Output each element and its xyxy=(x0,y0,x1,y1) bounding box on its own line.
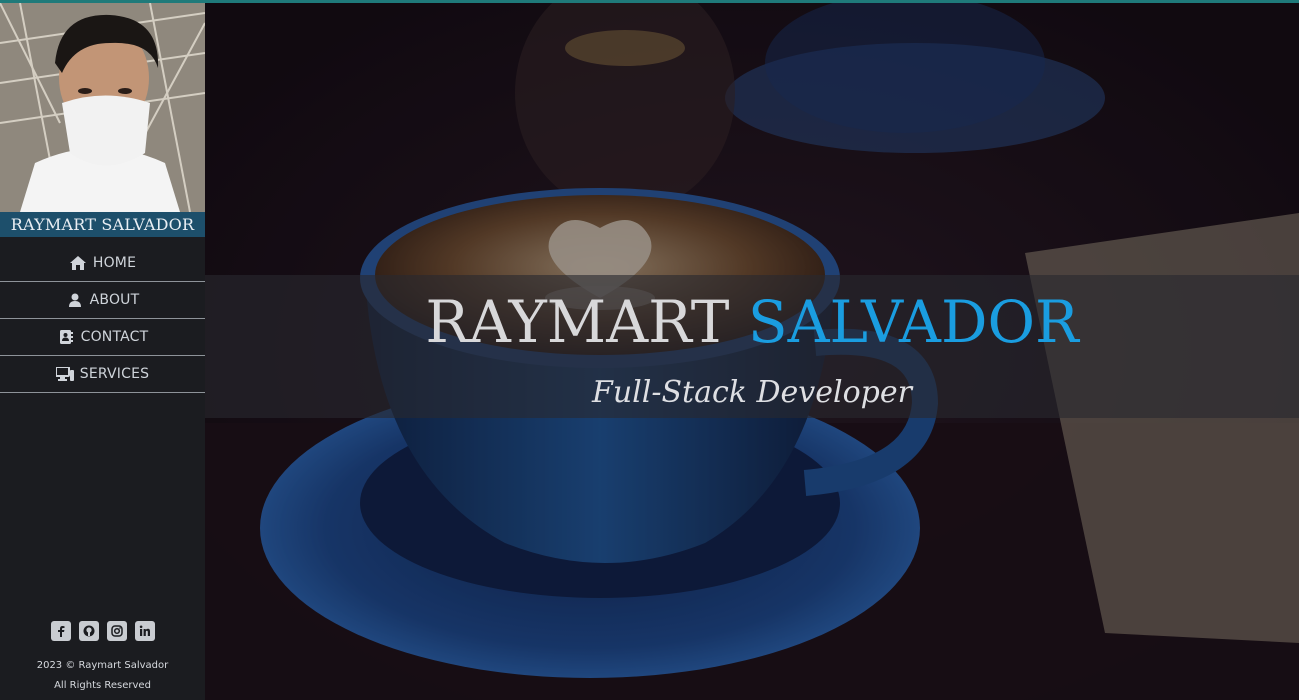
nav-label-contact: CONTACT xyxy=(80,329,149,345)
hero-title-second: SALVADOR xyxy=(747,288,1079,356)
avatar xyxy=(0,3,205,212)
facebook-icon[interactable] xyxy=(50,621,71,641)
home-icon xyxy=(69,255,87,271)
footer-copyright: 2023 © Raymart Salvador xyxy=(36,660,169,671)
nav-item-about[interactable]: ABOUT xyxy=(0,282,205,319)
footer-rights: All Rights Reserved xyxy=(54,680,151,691)
nav-label-services: SERVICES xyxy=(79,366,150,382)
hero-title-first: RAYMART xyxy=(425,288,730,356)
desktop-icon xyxy=(55,366,74,382)
profile-name: RAYMART SALVADOR xyxy=(0,212,205,237)
github-icon[interactable] xyxy=(78,621,99,641)
nav-item-home[interactable]: HOME xyxy=(0,245,205,282)
hero-section: RAYMART SALVADOR Full-Stack Developer xyxy=(205,3,1299,700)
user-icon xyxy=(66,292,84,308)
nav-label-home: HOME xyxy=(92,255,137,271)
footer: 2023 © Raymart Salvador All Rights Reser… xyxy=(0,656,205,696)
social-links xyxy=(0,621,205,641)
hero-subtitle: Full-Stack Developer xyxy=(592,375,912,410)
nav-label-about: ABOUT xyxy=(89,292,140,308)
sidebar-nav: HOME ABOUT CONTACT SERVICES xyxy=(0,245,205,393)
nav-item-services[interactable]: SERVICES xyxy=(0,356,205,393)
linkedin-icon[interactable] xyxy=(134,621,155,641)
hero-title: RAYMART SALVADOR xyxy=(205,288,1299,356)
instagram-icon[interactable] xyxy=(106,621,127,641)
address-book-icon xyxy=(57,329,75,345)
nav-item-contact[interactable]: CONTACT xyxy=(0,319,205,356)
top-accent-line xyxy=(0,0,1299,3)
sidebar: RAYMART SALVADOR HOME ABOUT CONTACT SERV… xyxy=(0,0,205,700)
